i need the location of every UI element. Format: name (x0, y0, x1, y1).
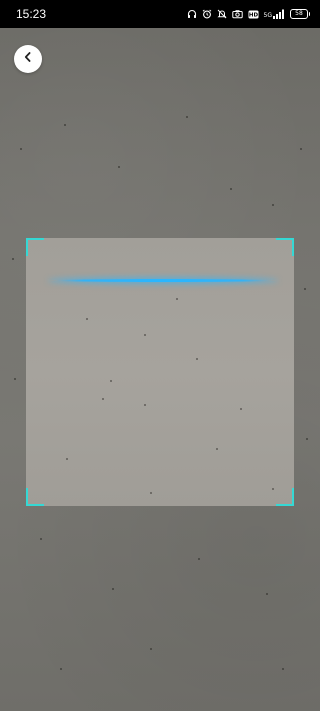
scan-frame (26, 238, 294, 506)
alarm-icon (202, 9, 212, 19)
battery-icon: 58 (290, 9, 310, 19)
chevron-left-icon (22, 50, 34, 68)
network-label: 5G (263, 12, 272, 19)
signal-icon: 5G (264, 9, 285, 19)
status-time: 15:23 (16, 7, 47, 21)
scan-frame-corner-top-right (276, 238, 294, 256)
scan-frame-corner-bottom-left (26, 488, 44, 506)
scan-frame-corner-top-left (26, 238, 44, 256)
svg-text:HD: HD (248, 12, 258, 18)
status-icons: HD 5G 58 (187, 9, 310, 19)
hd-icon: HD (248, 10, 259, 19)
status-bar: 15:23 HD 5G 58 (0, 0, 320, 28)
headphones-icon (187, 9, 197, 19)
scan-line (50, 279, 276, 282)
camera-icon (231, 9, 243, 19)
back-button[interactable] (14, 45, 42, 73)
scan-frame-corner-bottom-right (276, 488, 294, 506)
qr-scanner-screen: 15:23 HD 5G 58 (0, 0, 320, 711)
silent-icon (217, 9, 227, 19)
